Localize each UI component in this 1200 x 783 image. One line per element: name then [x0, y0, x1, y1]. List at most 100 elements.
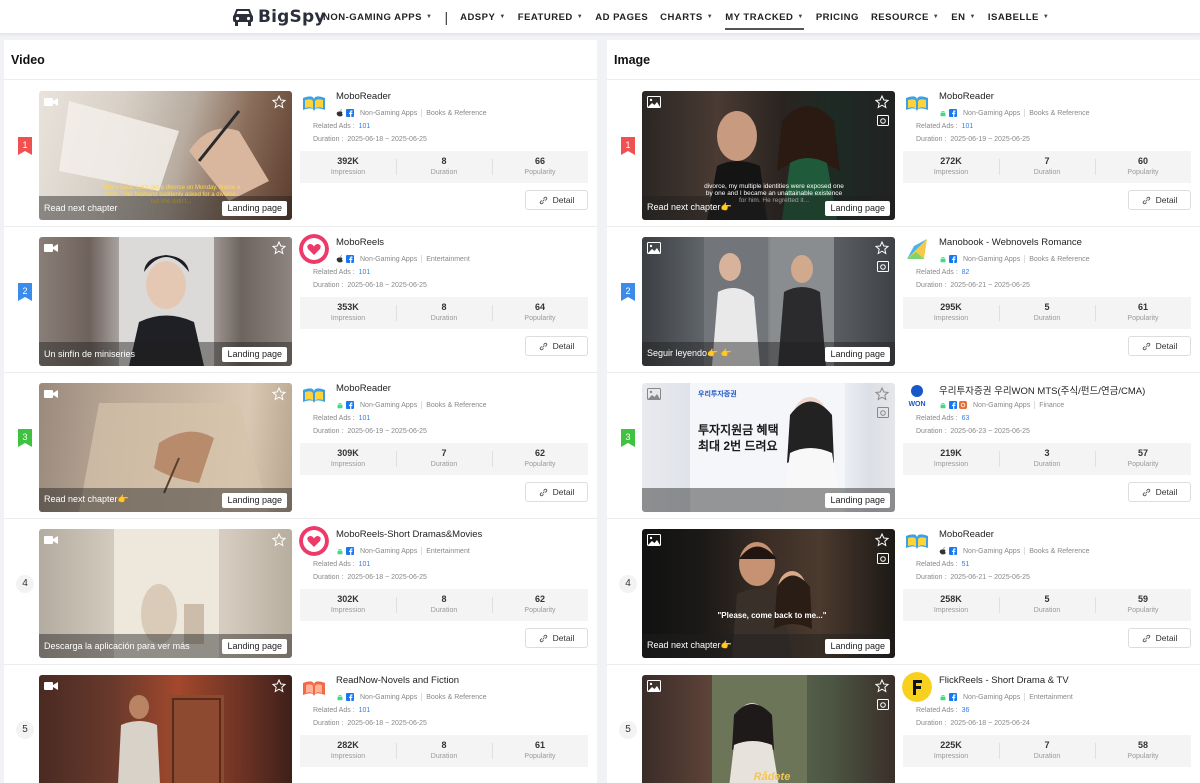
- nav-featured[interactable]: FEATURED ▼: [518, 0, 583, 34]
- stat-label: Duration: [1033, 461, 1061, 468]
- camera-icon[interactable]: [877, 699, 889, 710]
- ad-thumbnail[interactable]: [39, 675, 292, 783]
- related-ads-count[interactable]: 51: [962, 561, 970, 568]
- app-name[interactable]: MoboReels-Short Dramas&Movies: [336, 529, 482, 540]
- nav-resource[interactable]: RESOURCE ▼: [871, 0, 939, 34]
- related-ads-count[interactable]: 101: [359, 269, 371, 276]
- nav-charts[interactable]: CHARTS ▼: [660, 0, 713, 34]
- apple-icon: [939, 547, 946, 555]
- detail-button[interactable]: Detail: [1128, 482, 1191, 502]
- ad-thumbnail[interactable]: Un sinfín de miniseries Landing page: [39, 237, 292, 366]
- star-icon[interactable]: [875, 241, 889, 255]
- ad-thumbnail[interactable]: 우리투자증권 투자지원금 혜택 최대 2번 드려요 Landing page: [642, 383, 895, 512]
- nav-ad-pages[interactable]: AD PAGES: [595, 0, 648, 34]
- flickreels-logo-icon: [902, 672, 932, 702]
- landing-page-button[interactable]: Landing page: [825, 639, 890, 654]
- camera-icon[interactable]: [877, 553, 889, 564]
- app-name[interactable]: FlickReels - Short Drama & TV: [939, 675, 1069, 686]
- detail-button[interactable]: Detail: [1128, 190, 1191, 210]
- stat-impression: 282K Impression: [300, 735, 396, 767]
- camera-icon[interactable]: [877, 261, 889, 272]
- ad-row: 2 Un sinfín de miniseries Landing page M…: [4, 227, 597, 373]
- ad-thumbnail[interactable]: divorce, my multiple identities were exp…: [642, 91, 895, 220]
- nav-non-gaming-apps[interactable]: NON-GAMING APPS ▼: [323, 0, 432, 34]
- app-name[interactable]: Manobook - Webnovels Romance: [939, 237, 1082, 248]
- nav-pricing[interactable]: PRICING: [816, 0, 859, 34]
- detail-button[interactable]: Detail: [1128, 336, 1191, 356]
- star-icon[interactable]: [875, 679, 889, 693]
- app-name[interactable]: MoboReader: [336, 91, 391, 102]
- star-icon[interactable]: [875, 387, 889, 401]
- ad-thumbnail[interactable]: Rådete: [642, 675, 895, 783]
- related-ads-count[interactable]: 101: [359, 561, 371, 568]
- star-icon[interactable]: [272, 387, 286, 401]
- ad-thumbnail[interactable]: Descarga la aplicación para ver más Land…: [39, 529, 292, 658]
- landing-page-button[interactable]: Landing page: [825, 347, 890, 362]
- stat-popularity: 60 Popularity: [1095, 151, 1191, 183]
- detail-button[interactable]: Detail: [525, 336, 588, 356]
- landing-page-button[interactable]: Landing page: [222, 201, 287, 216]
- stats-box: 272K Impression 7 Duration 60 Popularity: [903, 151, 1191, 183]
- app-name[interactable]: MoboReader: [336, 383, 391, 394]
- related-ads-count[interactable]: 63: [962, 415, 970, 422]
- landing-page-button[interactable]: Landing page: [825, 201, 890, 216]
- detail-button[interactable]: Detail: [525, 482, 588, 502]
- image-panel: Image 1 divorce, my multiple identities …: [607, 40, 1200, 783]
- image-icon: [647, 534, 661, 546]
- ad-thumbnail[interactable]: "Please, come back to me..." Read next c…: [642, 529, 895, 658]
- star-icon[interactable]: [272, 241, 286, 255]
- ad-row: 3 우리투자증권 투자지원금 혜택 최대 2번 드려요 Landing page…: [607, 373, 1200, 519]
- rank-2-badge: 2: [621, 283, 635, 301]
- related-ads-count[interactable]: 82: [962, 269, 970, 276]
- related-ads-count[interactable]: 101: [359, 123, 371, 130]
- detail-button[interactable]: Detail: [525, 628, 588, 648]
- star-icon[interactable]: [272, 95, 286, 109]
- related-ads-count[interactable]: 101: [359, 707, 371, 714]
- stats-box: 302K Impression 8 Duration 62 Popularity: [300, 589, 588, 621]
- duration-dates: 2025-06-18 ~ 2025-06-25: [347, 136, 427, 143]
- nav-language[interactable]: EN ▼: [951, 0, 976, 34]
- bigspy-logo[interactable]: BigSpy: [231, 6, 326, 28]
- caret-down-icon: ▼: [797, 14, 804, 20]
- star-icon[interactable]: [272, 679, 286, 693]
- duration-range: Duration :2025-06-18 ~ 2025-06-24: [916, 720, 1030, 727]
- landing-page-button[interactable]: Landing page: [825, 493, 890, 508]
- related-ads-label: Related Ads :: [916, 123, 958, 130]
- app-name[interactable]: 우리투자증권 우리WON MTS(주식/펀드/연금/CMA): [939, 383, 1145, 397]
- nav-my-tracked[interactable]: MY TRACKED ▼: [725, 0, 804, 34]
- stat-label: Impression: [330, 753, 366, 760]
- ad-thumbnail[interactable]: Seguir leyendo👉 👉 Landing page: [642, 237, 895, 366]
- landing-page-button[interactable]: Landing page: [222, 493, 287, 508]
- caret-down-icon: ▼: [576, 14, 584, 20]
- ad-row: 2 Seguir leyendo👉 👉 Landing page Manoboo…: [607, 227, 1200, 373]
- app-name[interactable]: ReadNow-Novels and Fiction: [336, 675, 459, 686]
- stat-duration: 3 Duration: [999, 443, 1095, 475]
- nav-user-menu[interactable]: ISABELLE ▼: [988, 0, 1049, 34]
- app-name[interactable]: MoboReader: [939, 529, 994, 540]
- camera-icon[interactable]: [877, 407, 889, 418]
- duration-label: Duration :: [916, 574, 947, 581]
- stat-label: Popularity: [524, 315, 556, 322]
- star-icon[interactable]: [875, 95, 889, 109]
- related-ads-count[interactable]: 36: [962, 707, 970, 714]
- star-icon[interactable]: [875, 533, 889, 547]
- related-ads-count[interactable]: 101: [962, 123, 974, 130]
- detail-button[interactable]: Detail: [1128, 628, 1191, 648]
- woori-won-logo-icon: WON: [902, 380, 932, 410]
- camera-icon[interactable]: [877, 115, 889, 126]
- ad-thumbnail[interactable]: "She's back. Let's get a divorce on Mond…: [39, 91, 292, 220]
- ad-thumbnail[interactable]: Read next chapter👉 Landing page: [39, 383, 292, 512]
- image-icon: [647, 388, 661, 400]
- detail-button[interactable]: Detail: [525, 190, 588, 210]
- stat-label: Popularity: [524, 461, 556, 468]
- app-name[interactable]: MoboReels: [336, 237, 384, 248]
- app-name[interactable]: MoboReader: [939, 91, 994, 102]
- nav-adspy[interactable]: ADSPY ▼: [460, 0, 506, 34]
- landing-page-button[interactable]: Landing page: [222, 639, 287, 654]
- related-ads-label: Related Ads :: [313, 123, 355, 130]
- app-type: Non-Gaming Apps: [963, 693, 1021, 701]
- star-icon[interactable]: [272, 533, 286, 547]
- related-ads-count[interactable]: 101: [359, 415, 371, 422]
- stat-label: Impression: [933, 607, 969, 614]
- landing-page-button[interactable]: Landing page: [222, 347, 287, 362]
